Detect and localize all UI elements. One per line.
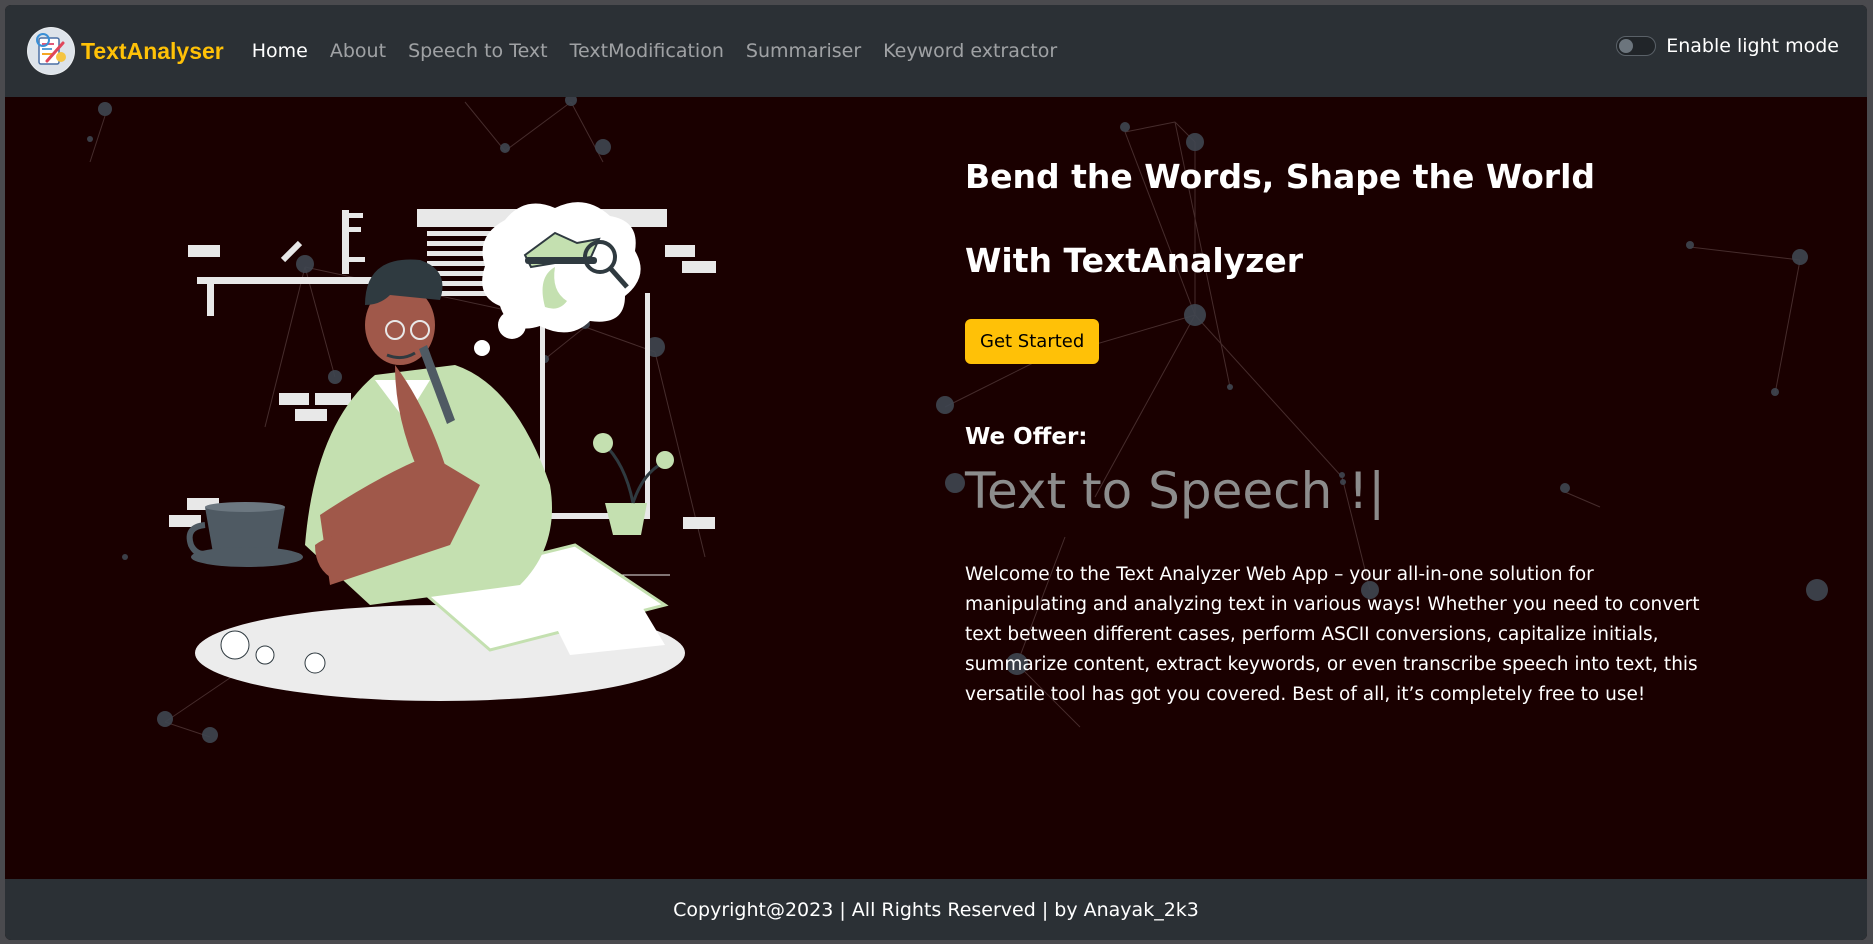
light-mode-label[interactable]: Enable light mode <box>1666 35 1839 57</box>
nav-summariser[interactable]: Summariser <box>746 40 861 62</box>
get-started-button[interactable]: Get Started <box>965 319 1100 364</box>
app-window: TextAnalyser Home About Speech to Text T… <box>5 5 1867 940</box>
toggle-knob <box>1619 39 1634 53</box>
nav-home[interactable]: Home <box>252 40 308 62</box>
hero-headline-1: Bend the Words, Shape the World <box>965 157 1595 196</box>
hero-content: Bend the Words, Shape the World With Tex… <box>965 155 1725 710</box>
nav-links: Home About Speech to Text TextModificati… <box>252 40 1079 62</box>
nav-text-modification[interactable]: TextModification <box>570 40 724 62</box>
brand-link[interactable]: TextAnalyser <box>27 27 224 75</box>
hero-headline-2: With TextAnalyzer <box>965 241 1304 280</box>
footer: Copyright@2023 | All Rights Reserved | b… <box>5 879 1867 940</box>
navbar: TextAnalyser Home About Speech to Text T… <box>5 5 1867 97</box>
typed-feature-text: Text to Speech !| <box>965 462 1386 520</box>
we-offer-heading: We Offer: <box>965 424 1088 450</box>
theme-toggle-switch[interactable] <box>1616 36 1657 56</box>
nav-about[interactable]: About <box>330 40 386 62</box>
nav-speech-to-text[interactable]: Speech to Text <box>408 40 548 62</box>
copyright-text: Copyright@2023 | All Rights Reserved | b… <box>673 898 1199 921</box>
brand-name: TextAnalyser <box>81 37 224 64</box>
light-mode-toggle-group: Enable light mode <box>1616 35 1839 57</box>
thinking-man-illustration <box>169 202 716 701</box>
app-logo-icon <box>27 27 75 75</box>
nav-keyword-extractor[interactable]: Keyword extractor <box>883 40 1057 62</box>
app-description: Welcome to the Text Analyzer Web App – y… <box>965 564 1700 705</box>
